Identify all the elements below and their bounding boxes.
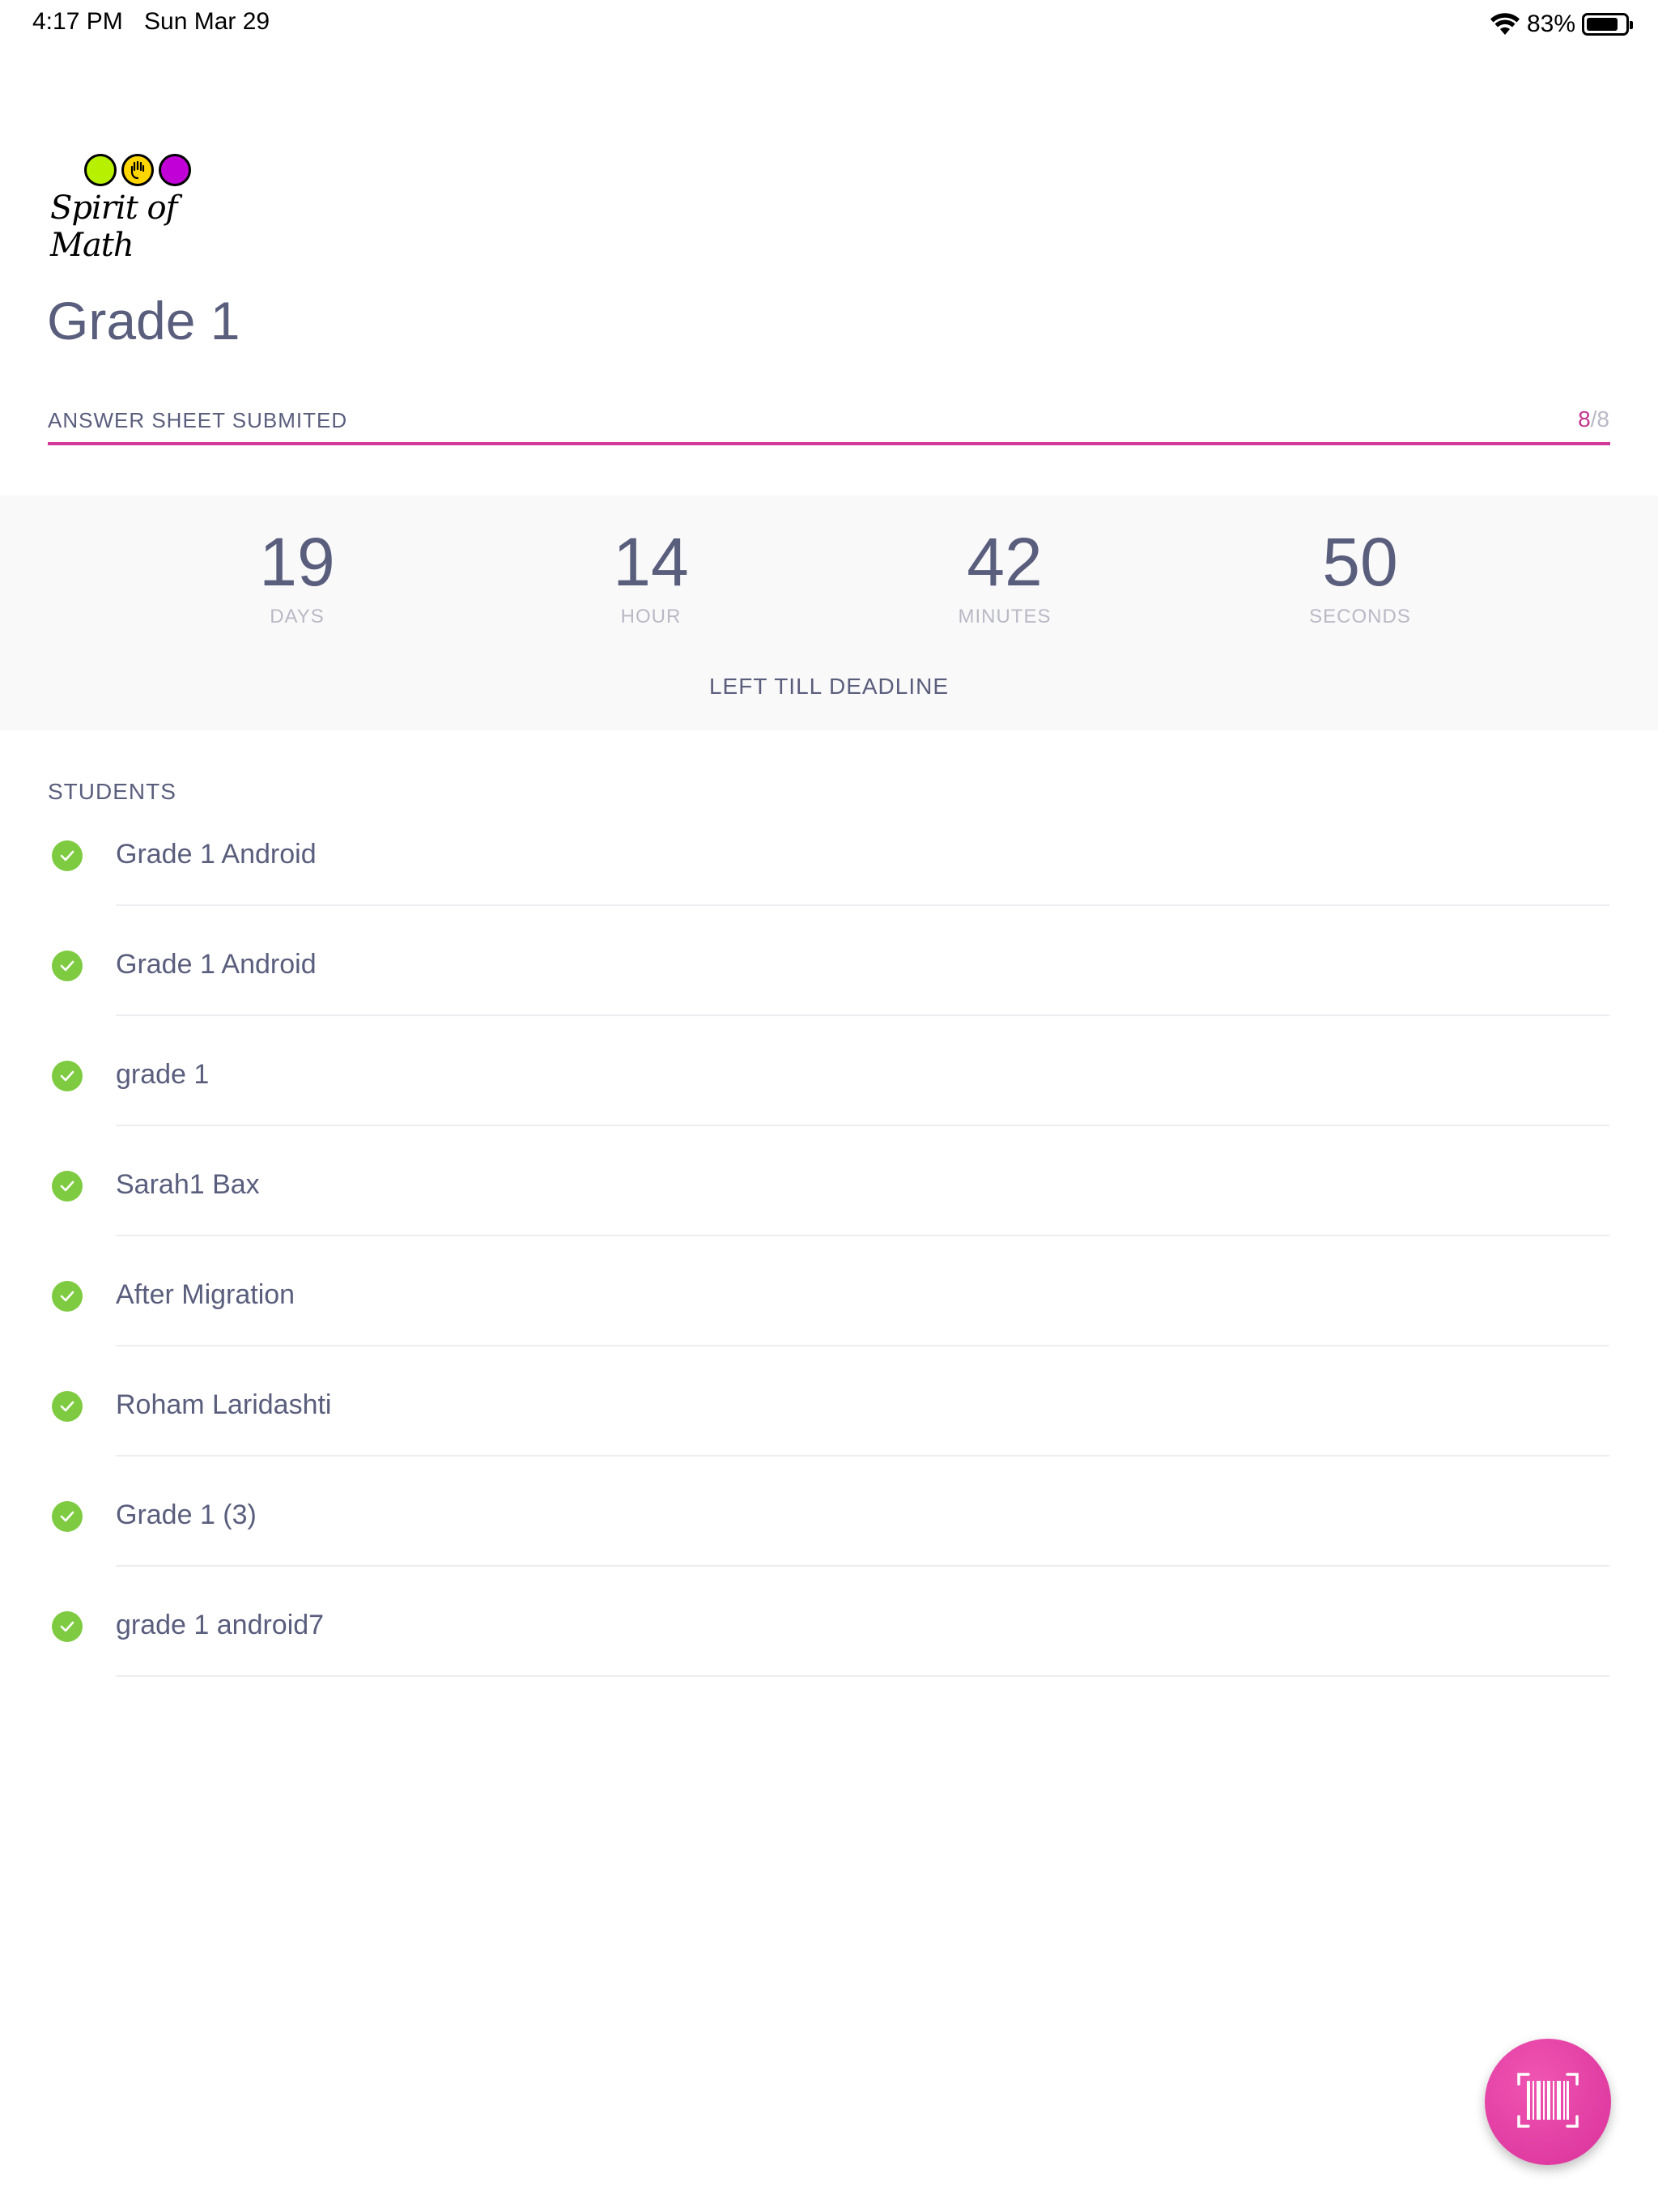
check-circle-icon bbox=[52, 1391, 83, 1422]
row-divider bbox=[116, 1125, 1609, 1126]
submission-progress-count: 8/8 bbox=[1578, 406, 1609, 432]
countdown-minutes: 42 MINUTES bbox=[883, 528, 1126, 628]
countdown-seconds-value: 50 bbox=[1322, 524, 1398, 600]
row-divider bbox=[116, 904, 1609, 906]
submission-progress-bar bbox=[48, 442, 1610, 445]
row-divider bbox=[116, 1235, 1609, 1236]
countdown-days-label: DAYS bbox=[270, 606, 325, 627]
submission-progress-fill bbox=[48, 442, 1610, 445]
status-bar: 4:17 PM Sun Mar 29 83% bbox=[0, 0, 1658, 49]
logo-dot-purple bbox=[159, 154, 191, 186]
student-row-7[interactable]: Grade 1 (3) bbox=[0, 1487, 1658, 1597]
submission-progress-label: ANSWER SHEET SUBMITED bbox=[48, 408, 348, 432]
student-row-6[interactable]: Roham Laridashti bbox=[0, 1376, 1658, 1487]
battery-fill bbox=[1587, 18, 1618, 31]
logo-dot-yellow-hand-icon bbox=[121, 154, 154, 186]
logo-dot-green bbox=[84, 154, 117, 186]
countdown-seconds: 50 SECONDS bbox=[1239, 528, 1482, 628]
student-row-8[interactable]: grade 1 android7 bbox=[0, 1597, 1658, 1707]
check-circle-icon bbox=[52, 1171, 83, 1202]
scan-barcode-button[interactable] bbox=[1485, 2039, 1611, 2165]
countdown-hours: 14 HOUR bbox=[529, 528, 772, 628]
battery-percent: 83% bbox=[1526, 11, 1575, 37]
countdown-hours-value: 14 bbox=[613, 524, 689, 600]
spirit-of-math-logo: Spirit of Math bbox=[50, 154, 261, 264]
students-heading: STUDENTS bbox=[48, 779, 176, 804]
check-circle-icon bbox=[52, 1611, 83, 1642]
logo-text: Spirit of Math bbox=[50, 189, 177, 264]
countdown-seconds-label: SECONDS bbox=[1309, 606, 1411, 627]
student-list: Grade 1 Android Grade 1 Android grade 1 … bbox=[0, 826, 1658, 1707]
student-name: Grade 1 Android bbox=[116, 949, 317, 980]
barcode-scan-icon bbox=[1516, 2071, 1580, 2133]
status-indicators: 83% bbox=[1490, 8, 1633, 40]
countdown-hours-label: HOUR bbox=[620, 606, 682, 627]
check-circle-icon bbox=[52, 840, 83, 871]
countdown-days: 19 DAYS bbox=[176, 528, 419, 628]
countdown-minutes-value: 42 bbox=[967, 524, 1043, 600]
student-name: Grade 1 (3) bbox=[116, 1499, 257, 1530]
countdown-minutes-label: MINUTES bbox=[958, 606, 1052, 627]
countdown-days-value: 19 bbox=[259, 524, 335, 600]
check-circle-icon bbox=[52, 951, 83, 981]
logo-dots bbox=[84, 154, 261, 186]
row-divider bbox=[116, 1015, 1609, 1016]
total-count: 8 bbox=[1596, 406, 1609, 432]
status-time: 4:17 PM bbox=[32, 8, 123, 35]
student-name: Grade 1 Android bbox=[116, 839, 317, 870]
student-name: After Migration bbox=[116, 1279, 295, 1310]
student-row-3[interactable]: grade 1 bbox=[0, 1046, 1658, 1156]
student-row-5[interactable]: After Migration bbox=[0, 1266, 1658, 1376]
status-date: Sun Mar 29 bbox=[144, 8, 270, 35]
check-circle-icon bbox=[52, 1061, 83, 1091]
deadline-countdown: 19 DAYS 14 HOUR 42 MINUTES 50 SECONDS LE… bbox=[0, 496, 1658, 730]
student-name: grade 1 bbox=[116, 1059, 210, 1090]
row-divider bbox=[116, 1675, 1609, 1677]
student-name: grade 1 android7 bbox=[116, 1610, 325, 1640]
student-name: Roham Laridashti bbox=[116, 1389, 332, 1420]
submitted-count: 8 bbox=[1578, 406, 1591, 432]
wifi-icon bbox=[1490, 12, 1520, 36]
student-name: Sarah1 Bax bbox=[116, 1169, 260, 1200]
page-title: Grade 1 bbox=[47, 291, 240, 351]
check-circle-icon bbox=[52, 1281, 83, 1312]
battery-icon bbox=[1582, 13, 1633, 36]
student-row-4[interactable]: Sarah1 Bax bbox=[0, 1156, 1658, 1266]
row-divider bbox=[116, 1565, 1609, 1567]
check-circle-icon bbox=[52, 1501, 83, 1532]
countdown-caption: LEFT TILL DEADLINE bbox=[708, 674, 950, 699]
row-divider bbox=[116, 1345, 1609, 1346]
row-divider bbox=[116, 1455, 1609, 1457]
student-row-2[interactable]: Grade 1 Android bbox=[0, 936, 1658, 1046]
student-row-1[interactable]: Grade 1 Android bbox=[0, 826, 1658, 936]
